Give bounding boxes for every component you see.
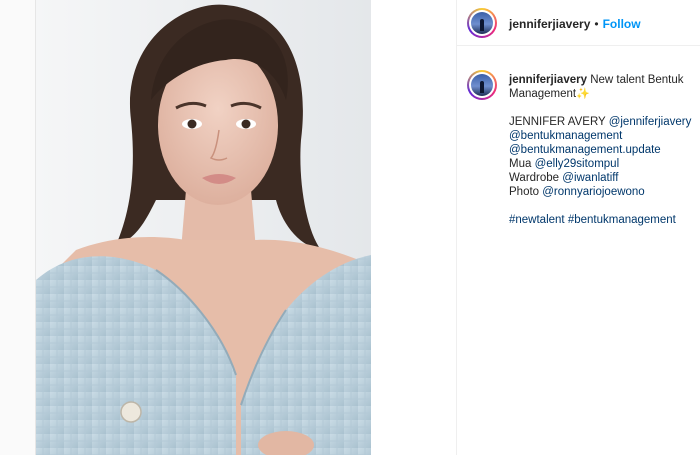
mention-link[interactable]: @bentukmanagement — [509, 130, 622, 142]
caption-avatar-icon[interactable] — [467, 70, 497, 100]
caption-line-3: @bentukmanagement.update — [509, 143, 699, 157]
caption-hashtags[interactable]: #newtalent #bentukmanagement — [509, 213, 699, 227]
caption-intro: New talent Bentuk — [590, 74, 684, 86]
mention-link[interactable]: @ronnyariojoewono — [542, 186, 644, 198]
follow-button[interactable]: Follow — [603, 17, 641, 31]
sparkle-emoji-icon: ✨ — [576, 88, 590, 100]
caption-line-6: Photo @ronnyariojoewono — [509, 186, 645, 198]
caption-line-4: Mua @elly29sitompul — [509, 158, 620, 170]
instagram-post: jenniferjiavery • Follow jenniferjiavery N… — [35, 0, 700, 455]
caption-text: jenniferjiavery New talent Bentuk Manage… — [509, 73, 699, 227]
post-sidebar: jenniferjiavery • Follow jenniferjiavery N… — [456, 0, 700, 455]
mention-link[interactable]: @iwanlatiff — [562, 172, 618, 184]
profile-avatar-icon[interactable] — [467, 8, 497, 38]
caption-intro-2: Management — [509, 88, 577, 100]
header-username[interactable]: jenniferjiavery — [509, 17, 590, 31]
mention-link[interactable]: @bentukmanagement.update — [509, 144, 661, 156]
caption-username[interactable]: jenniferjiavery — [509, 74, 587, 86]
separator-dot: • — [594, 17, 599, 31]
mention-link[interactable]: @elly29sitompul — [535, 158, 620, 170]
post-photo[interactable] — [36, 0, 371, 455]
post-header: jenniferjiavery • Follow — [457, 0, 700, 46]
mention-link[interactable]: @jenniferjiavery — [609, 116, 692, 128]
caption-line-5: Wardrobe @iwanlatiff — [509, 172, 619, 184]
portrait-image — [36, 0, 371, 455]
caption-line-2: @bentukmanagement — [509, 129, 699, 143]
caption-line-1: JENNIFER AVERY @jenniferjiavery — [509, 116, 692, 128]
